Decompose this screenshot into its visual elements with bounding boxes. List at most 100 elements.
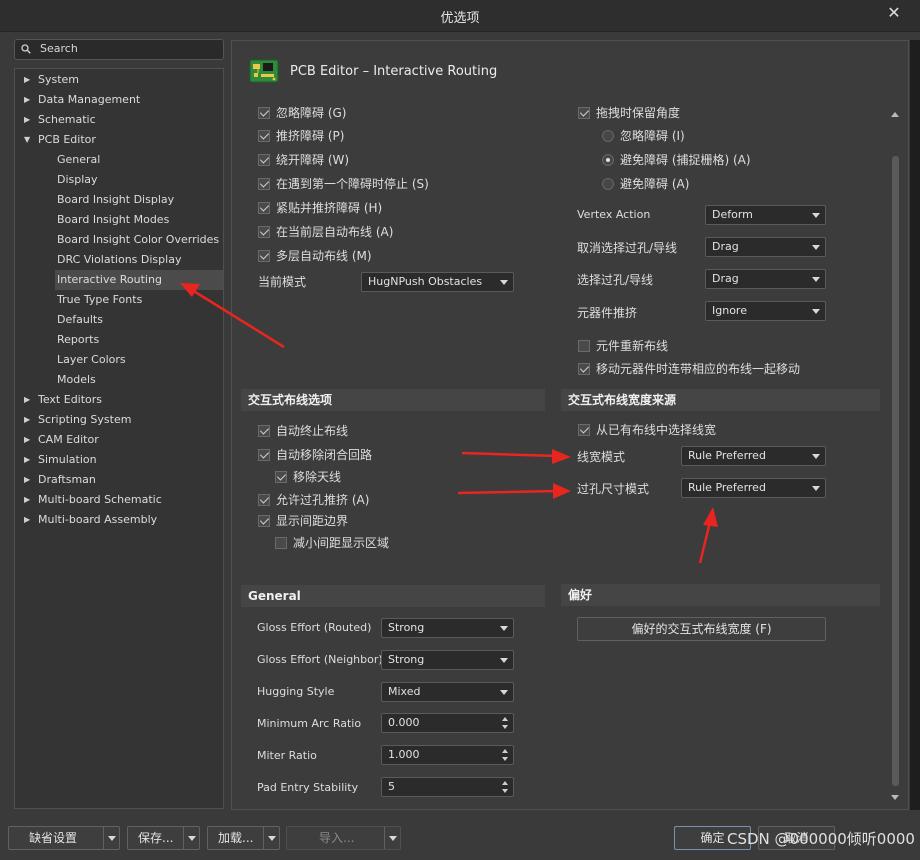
tree-item-scripting-system[interactable]: ▶ Scripting System [24,410,218,430]
gloss-routed-dropdown[interactable]: Strong [381,618,514,638]
tree-item-simulation[interactable]: ▶ Simulation [24,450,218,470]
scrollbar-thumb[interactable] [892,156,899,786]
current-mode-label: 当前模式 [258,275,307,289]
tree-item-cam-editor[interactable]: ▶ CAM Editor [24,430,218,450]
tree-item-board-insight-modes[interactable]: Board Insight Modes [57,210,217,230]
pad-entry-stability-stepper[interactable]: 5 [381,777,514,797]
chevron-down-icon: ▼ [24,135,31,144]
save-button[interactable]: 保存... [127,826,200,850]
miter-ratio-stepper[interactable]: 1.000 [381,745,514,765]
tree-item-multi-board-schematic[interactable]: ▶ Multi-board Schematic [24,490,218,510]
chevron-right-icon: ▶ [24,95,31,104]
section-width-source: 交互式布线宽度来源 [561,389,880,411]
tree-item-drc-violations-display[interactable]: DRC Violations Display [57,250,217,270]
chevron-down-icon [812,277,820,282]
unselected-via-label: 取消选择过孔/导线 [577,241,678,255]
close-icon[interactable]: ✕ [884,3,904,23]
component-push-dropdown[interactable]: Ignore [705,301,826,321]
vertex-action-dropdown[interactable]: Deform [705,205,826,225]
chevron-right-icon: ▶ [24,415,31,424]
checkbox-box[interactable] [258,425,270,437]
tree-item-general[interactable]: General [57,150,217,170]
hugging-style-dropdown[interactable]: Mixed [381,682,514,702]
radio-button[interactable] [602,178,614,190]
tree-item-text-editors[interactable]: ▶ Text Editors [24,390,218,410]
tree-item-reports[interactable]: Reports [57,330,217,350]
checkbox-box[interactable] [275,471,287,483]
pad-entry-stability-label: Pad Entry Stability [257,781,359,794]
gloss-neighbor-dropdown[interactable]: Strong [381,650,514,670]
tree-item-data-management[interactable]: ▶ Data Management [24,90,218,110]
radio-button[interactable] [602,154,614,166]
min-arc-ratio-stepper[interactable]: 0.000 [381,713,514,733]
tree-item-pcb-editor[interactable]: ▼ PCB Editor [24,130,218,150]
gloss-routed-label: Gloss Effort (Routed) [257,621,372,634]
checkbox-box[interactable] [258,226,270,238]
preferred-widths-button[interactable]: 偏好的交互式布线宽度 (F) [577,617,826,641]
tree-item-board-insight-display[interactable]: Board Insight Display [57,190,217,210]
chevron-down-icon[interactable] [502,789,508,793]
import-button[interactable]: 导入... [286,826,401,850]
checkbox-box[interactable] [258,178,270,190]
chevron-down-icon [812,245,820,250]
chevron-down-icon[interactable] [502,757,508,761]
section-preferences: 偏好 [561,584,880,606]
chevron-down-icon [812,309,820,314]
chevron-down-icon [812,486,820,491]
tree-item-layer-colors[interactable]: Layer Colors [57,350,217,370]
tree-item-multi-board-assembly[interactable]: ▶ Multi-board Assembly [24,510,218,530]
checkbox-box[interactable] [275,537,287,549]
tree-item-display[interactable]: Display [57,170,217,190]
load-button[interactable]: 加载... [207,826,280,850]
tree-item-defaults[interactable]: Defaults [57,310,217,330]
checkbox-box[interactable] [258,449,270,461]
chevron-down-icon [500,658,508,663]
checkbox-box[interactable] [578,340,590,352]
watermark-text: CSDN @000000倾听0000 [727,830,915,848]
scroll-up-icon[interactable] [891,112,899,117]
current-mode-dropdown[interactable]: HugNPush Obstacles [361,272,514,292]
chevron-down-icon[interactable] [103,827,119,849]
checkbox-box[interactable] [258,154,270,166]
checkbox-box[interactable] [258,515,270,527]
radio-button[interactable] [602,130,614,142]
scroll-down-icon[interactable] [891,795,899,800]
default-settings-button[interactable]: 缺省设置 [8,826,120,850]
tree-item-board-insight-color-overrides[interactable]: Board Insight Color Overrides [57,230,219,250]
chevron-down-icon [500,280,508,285]
search-input[interactable]: Search [14,39,224,60]
selected-via-label: 选择过孔/导线 [577,273,654,287]
tree-item-interactive-routing[interactable]: Interactive Routing [55,270,223,290]
checkbox-box[interactable] [258,250,270,262]
tree-item-true-type-fonts[interactable]: True Type Fonts [57,290,217,310]
checkbox-box[interactable] [258,494,270,506]
tree-item-draftsman[interactable]: ▶ Draftsman [24,470,218,490]
chevron-up-icon[interactable] [502,717,508,721]
checkbox-box[interactable] [258,130,270,142]
checkbox-box[interactable] [578,424,590,436]
gloss-neighbor-label: Gloss Effort (Neighbor) [257,653,383,666]
chevron-down-icon[interactable] [502,725,508,729]
chevron-up-icon[interactable] [502,749,508,753]
section-general: General [241,585,545,607]
selected-via-dropdown[interactable]: Drag [705,269,826,289]
chevron-right-icon: ▶ [24,75,31,84]
checkbox-box[interactable] [258,202,270,214]
chevron-up-icon[interactable] [502,781,508,785]
chevron-right-icon: ▶ [24,475,31,484]
checkbox-box[interactable] [258,107,270,119]
checkbox-box[interactable] [578,363,590,375]
tree-item-models[interactable]: Models [57,370,217,390]
pcb-board-icon [249,59,279,83]
tree-item-schematic[interactable]: ▶ Schematic [24,110,218,130]
unselected-via-dropdown[interactable]: Drag [705,237,826,257]
checkbox-box[interactable] [578,107,590,119]
checkbox-move-with-traces[interactable]: 移动元器件时连带相应的布线一起移动 [578,360,811,378]
chevron-down-icon[interactable] [183,827,199,849]
via-size-mode-dropdown[interactable]: Rule Preferred [681,478,826,498]
width-mode-dropdown[interactable]: Rule Preferred [681,446,826,466]
chevron-down-icon[interactable] [384,827,400,849]
chevron-down-icon[interactable] [263,827,279,849]
tree-item-system[interactable]: ▶ System [24,70,218,90]
width-mode-label: 线宽模式 [577,450,626,464]
